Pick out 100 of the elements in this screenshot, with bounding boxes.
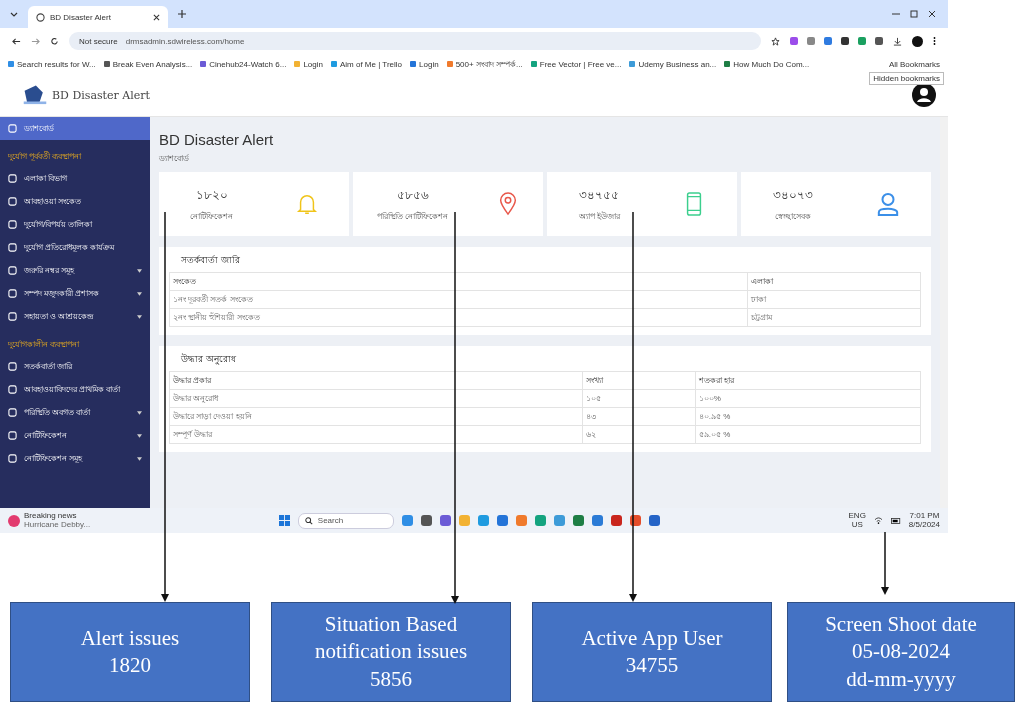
column-header: সংকেত	[169, 272, 748, 291]
annotation-text: 05-08-2024	[852, 638, 950, 666]
annotation-text: dd-mm-yyyy	[846, 665, 956, 693]
browser-tab[interactable]: BD Disaster Alert	[28, 6, 168, 28]
back-icon[interactable]	[12, 36, 21, 46]
caret-icon[interactable]	[137, 291, 142, 296]
stat-value: ৫৮৫৬	[396, 186, 429, 204]
table-cell: ২নং স্থানীয় হুঁশিয়ারী সংকেত	[169, 308, 748, 327]
language-indicator[interactable]: ENG	[848, 511, 866, 521]
sidebar-item[interactable]: আবহাওয়া সংকেত	[0, 190, 150, 213]
stat-value: ৩৪৭৫৫	[579, 186, 620, 204]
sidebar-section-heading: দুর্যোগকালীন ব্যবস্থাপনা	[7, 338, 81, 351]
sidebar-item[interactable]: দুর্যোগ প্রতিরোধমূলক কার্যক্রম	[0, 236, 150, 259]
bookmark-item[interactable]: Cinehub24-Watch 6...	[200, 59, 287, 69]
tab-menu-icon[interactable]	[10, 11, 18, 17]
square-icon	[8, 289, 17, 298]
tab-title: BD Disaster Alert	[50, 12, 111, 22]
bookmark-item[interactable]: Break Even Analysis...	[103, 59, 193, 69]
table-cell: ১০৫	[582, 389, 696, 408]
bookmark-item[interactable]: Login	[294, 59, 323, 69]
taskbar-app-icon[interactable]	[420, 515, 432, 526]
scrollbar[interactable]	[940, 117, 948, 508]
table-cell: ৫৯.০৫ %	[695, 425, 921, 444]
table-title: উদ্ধার অনুরোধ	[180, 352, 237, 367]
square-icon	[8, 243, 17, 252]
arrow	[881, 531, 889, 595]
bookmark-item[interactable]: Udemy Business an...	[629, 59, 717, 69]
stat-label: পরিস্থিতি নোটিফিকেশন	[377, 210, 449, 223]
address-field[interactable]: Not secure drmsadmin.sdwireless.com/home	[69, 32, 761, 50]
caret-icon[interactable]	[137, 268, 142, 273]
user-avatar-icon[interactable]	[912, 83, 936, 107]
annotation-text: Active App User	[581, 624, 723, 652]
square-icon	[8, 454, 17, 463]
bookmark-item[interactable]: 500+ সংবাদ সম্পর্ক...	[446, 57, 523, 71]
windows-start-icon[interactable]	[278, 515, 290, 526]
caret-icon[interactable]	[137, 314, 142, 319]
square-icon	[8, 220, 17, 229]
restore-icon[interactable]	[910, 10, 918, 18]
bookmark-item[interactable]: Search results for W...	[8, 59, 96, 69]
caret-icon[interactable]	[137, 433, 142, 438]
wifi-icon[interactable]	[873, 517, 883, 524]
sidebar-item[interactable]: সম্পদ মজুদকারী প্রশাসক	[0, 282, 150, 305]
logo-icon	[22, 83, 48, 107]
clock-date[interactable]: 8/5/2024	[908, 520, 940, 530]
column-header: উদ্ধার প্রকার	[169, 371, 583, 390]
stat-label: অ্যাপ ইউজার	[578, 210, 620, 223]
table-cell: ঢাকা	[747, 290, 921, 309]
taskbar-app-icon[interactable]	[629, 515, 641, 526]
sidebar-item[interactable]: এলাকা বিভাগ	[0, 167, 150, 190]
sidebar-item[interactable]: দুর্যোগ/বিপর্যয় তালিকা	[0, 213, 150, 236]
sidebar-item[interactable]: আবহাওয়াবিদদের প্রাথমিক বার্তা	[0, 378, 150, 401]
caret-icon[interactable]	[137, 410, 142, 415]
square-icon	[8, 362, 17, 371]
extension-icon[interactable]	[841, 37, 849, 45]
tooltip: Hidden bookmarks	[869, 72, 944, 85]
table-cell: ১০০%	[695, 389, 921, 408]
sidebar-item[interactable]: জরুরি নম্বর সমূহ	[0, 259, 150, 282]
download-icon[interactable]	[893, 36, 902, 46]
annotation-text: Alert issues	[80, 624, 180, 652]
sidebar-item[interactable]: ড্যাশবোর্ড	[0, 117, 150, 140]
clock-time[interactable]: 7:01 PM	[909, 511, 940, 521]
square-icon	[8, 408, 17, 417]
all-bookmarks-item[interactable]: All Bookmarks	[888, 59, 940, 69]
sidebar-item[interactable]: নোটিফিকেশন সমূহ	[0, 447, 150, 470]
bookmark-item[interactable]: How Much Do Com...	[724, 59, 810, 69]
table-cell: ৪৩	[582, 407, 696, 426]
star-icon[interactable]	[771, 36, 780, 46]
sidebar-item[interactable]: সতর্কবার্তা জারি	[0, 355, 150, 378]
column-header: এলাকা	[747, 272, 921, 291]
sidebar-item[interactable]: পরিস্থিতি অবগত বার্তা	[0, 401, 150, 424]
sidebar-item[interactable]: নোটিফিকেশন	[0, 424, 150, 447]
bookmark-item[interactable]: Free Vector | Free ve...	[530, 59, 622, 69]
table-cell: চট্টগ্রাম	[747, 308, 921, 327]
new-tab-icon[interactable]	[178, 10, 186, 18]
caret-icon[interactable]	[137, 456, 142, 461]
minimize-icon[interactable]	[892, 10, 900, 18]
bookmark-item[interactable]: Aim of Me | Trello	[330, 59, 403, 69]
forward-icon[interactable]	[31, 36, 40, 46]
page-title: BD Disaster Alert	[159, 131, 275, 148]
close-icon[interactable]	[153, 13, 160, 21]
sidebar-item[interactable]: সহায়তা ও আশ্রয়কেন্দ্র	[0, 305, 150, 328]
profile-icon[interactable]	[912, 35, 923, 47]
table-cell: ৬২	[582, 425, 696, 444]
menu-icon[interactable]	[933, 36, 936, 46]
column-header: শতকরা হার	[695, 371, 921, 390]
square-icon	[8, 385, 17, 394]
close-icon[interactable]	[928, 10, 936, 18]
annotation-text: 1820	[109, 652, 151, 679]
taskbar-search-field[interactable]: Search	[297, 512, 394, 529]
table-cell: সম্পূর্ণ উদ্ধার	[169, 425, 583, 444]
battery-icon[interactable]	[890, 517, 901, 524]
region-indicator[interactable]: US	[851, 520, 863, 530]
stat-label: নোটিফিকেশন	[190, 210, 234, 223]
bookmark-item[interactable]: Login	[410, 59, 439, 69]
square-icon	[8, 312, 17, 321]
extension-icon[interactable]	[790, 37, 798, 45]
extension-icon[interactable]	[875, 37, 883, 45]
stat-value: ১৮২০	[195, 186, 228, 204]
reload-icon[interactable]	[50, 36, 59, 46]
news-title[interactable]: Breaking news	[24, 511, 91, 521]
